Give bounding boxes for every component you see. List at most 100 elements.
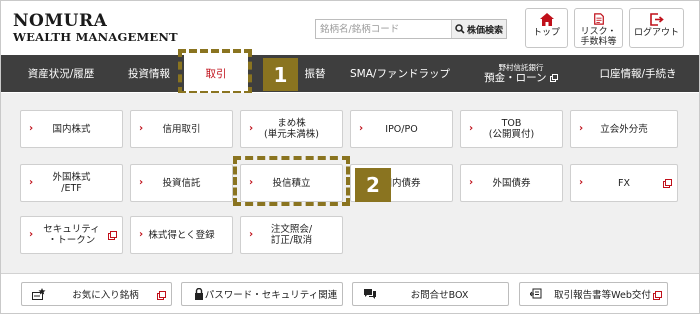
chevron-right-icon: › [139, 123, 144, 134]
risk-fees-label: リスク・ 手数料等 [580, 27, 616, 47]
tile-label: セキュリティ ・トークン [29, 224, 113, 246]
chevron-right-icon: › [579, 123, 584, 134]
inquiry-box-label: お問合せBOX [410, 290, 469, 301]
nav-deposit-loan-sublabel: 野村信託銀行 [498, 62, 544, 72]
favorites-button[interactable]: お気に入り銘柄 [21, 282, 172, 306]
chevron-right-icon: › [249, 123, 254, 134]
external-link-icon [549, 73, 558, 82]
chevron-right-icon: › [359, 123, 364, 134]
tile-foreign-bond[interactable]: › 外国債券 [460, 164, 563, 202]
tile-label-line1: セキュリティ [43, 224, 100, 235]
nav-transfer[interactable]: 振替 [297, 55, 333, 92]
chevron-right-icon: › [29, 177, 34, 188]
chevron-right-icon: › [29, 123, 34, 134]
logo-line1: NOMURA [13, 11, 108, 31]
chevron-right-icon: › [249, 229, 254, 240]
risk-fees-button[interactable]: リスク・ 手数料等 [574, 8, 623, 48]
top-button-label: トップ [532, 28, 560, 38]
search-icon [455, 24, 465, 34]
nav-account-info-label: 口座情報/手続き [599, 68, 677, 80]
nav-sma-fundwrap-label: SMA/ファンドラップ [350, 68, 450, 80]
tile-label: 注文照会/訂正/取消 [257, 224, 326, 246]
tile-label: まめ株 (単元未満株) [250, 118, 333, 140]
nav-deposit-loan[interactable]: 野村信託銀行 預金・ローン [471, 55, 571, 92]
tile-foreign-stock-etf[interactable]: › 外国株式/ETF [20, 164, 123, 202]
external-link-icon [108, 231, 117, 240]
favorites-label: お気に入り銘柄 [72, 290, 139, 301]
chevron-right-icon: › [139, 229, 144, 240]
callout-1: 1 [263, 58, 298, 91]
tile-label-line1: まめ株 [277, 118, 306, 129]
nav-deposit-loan-label: 預金・ローン [484, 72, 558, 85]
tile-off-floor-distribution[interactable]: › 立会外分売 [570, 110, 678, 148]
chevron-right-icon: › [579, 177, 584, 188]
search-button-label: 株価検索 [466, 25, 503, 36]
stock-search: 株価検索 [315, 19, 507, 39]
tile-label-line2: (公開買付) [488, 129, 535, 140]
tile-label: 信用取引 [162, 123, 201, 135]
tile-label: 外国株式/ETF [38, 172, 104, 194]
nav-transfer-label: 振替 [304, 68, 326, 80]
tile-label-line2: /ETF [61, 183, 82, 194]
risk-fees-label-line1: リスク・ [580, 27, 617, 37]
logout-icon [649, 13, 664, 26]
nav-asset-status-label: 資産状況/履歴 [27, 68, 95, 80]
tile-label: FX [618, 177, 630, 189]
logo-line2: WEALTH MANAGEMENT [13, 30, 178, 44]
logout-label: ログアウト [633, 28, 679, 38]
search-button[interactable]: 株価検索 [451, 20, 506, 38]
tile-label: 国内株式 [52, 123, 91, 135]
tile-label-line1: 注文照会/ [270, 224, 313, 235]
web-delivery-label: 取引報告書等Web交付 [554, 290, 651, 301]
tile-label-line2: 訂正/取消 [270, 235, 313, 246]
external-link-icon [653, 291, 662, 300]
tile-label: 投資信託 [162, 177, 201, 189]
document-icon [593, 13, 604, 25]
nav-deposit-loan-text: 預金・ローン [484, 71, 547, 84]
external-link-icon [157, 291, 166, 300]
password-security-label: パスワード・セキュリティ関連 [204, 290, 338, 301]
tile-label-line1: TOB [501, 118, 522, 129]
tile-security-token[interactable]: › セキュリティ ・トークン [20, 216, 123, 254]
logout-button[interactable]: ログアウト [629, 8, 684, 48]
nav-investment-info[interactable]: 投資情報 [116, 55, 182, 92]
chevron-right-icon: › [469, 123, 474, 134]
nav-asset-status[interactable]: 資産状況/履歴 [1, 55, 121, 92]
tile-label-line1: 外国株式 [52, 172, 91, 183]
nav-account-info[interactable]: 口座情報/手続き [579, 55, 697, 92]
tile-label-line2: ・トークン [47, 235, 96, 246]
callout-2: 2 [355, 168, 391, 202]
tile-label: TOB (公開買付) [475, 118, 548, 140]
tile-label: 株式得とく登録 [148, 229, 215, 241]
tile-investment-trust[interactable]: › 投資信託 [130, 164, 233, 202]
home-icon [539, 13, 554, 26]
chevron-right-icon: › [469, 177, 474, 188]
top-button[interactable]: トップ [525, 8, 568, 48]
external-link-icon [663, 179, 672, 188]
tile-stock-benefit-register[interactable]: › 株式得とく登録 [130, 216, 233, 254]
tile-tob[interactable]: › TOB (公開買付) [460, 110, 563, 148]
tile-mame-kabu[interactable]: › まめ株 (単元未満株) [240, 110, 343, 148]
web-delivery-button[interactable]: 取引報告書等Web交付 [519, 282, 668, 306]
chevron-right-icon: › [29, 229, 34, 240]
highlight-box-2 [233, 156, 350, 206]
tile-label: 立会外分売 [600, 123, 648, 135]
nav-sma-fundwrap[interactable]: SMA/ファンドラップ [341, 55, 459, 92]
search-input[interactable] [316, 20, 453, 38]
risk-fees-label-line2: 手数料等 [580, 37, 617, 47]
password-security-button[interactable]: パスワード・セキュリティ関連 [181, 282, 343, 306]
tile-label: IPO/PO [385, 123, 418, 135]
tile-label: 外国債券 [492, 177, 531, 189]
tile-ipo-po[interactable]: › IPO/PO [350, 110, 453, 148]
tile-label-line2: (単元未満株) [264, 129, 319, 140]
inquiry-box-button[interactable]: お問合せBOX [352, 282, 509, 306]
tile-domestic-stock[interactable]: › 国内株式 [20, 110, 123, 148]
tile-order-inquiry[interactable]: › 注文照会/訂正/取消 [240, 216, 343, 254]
nomura-logo[interactable]: NOMURA WEALTH MANAGEMENT [13, 13, 178, 44]
highlight-box-1 [178, 49, 252, 95]
tile-fx[interactable]: › FX [570, 164, 678, 202]
tile-margin-trading[interactable]: › 信用取引 [130, 110, 233, 148]
nav-investment-info-label: 投資情報 [128, 68, 170, 80]
chevron-right-icon: › [139, 177, 144, 188]
main-nav: 資産状況/履歴 投資情報 取引 振替 SMA/ファンドラップ 野村信託銀行 預金… [1, 55, 699, 92]
